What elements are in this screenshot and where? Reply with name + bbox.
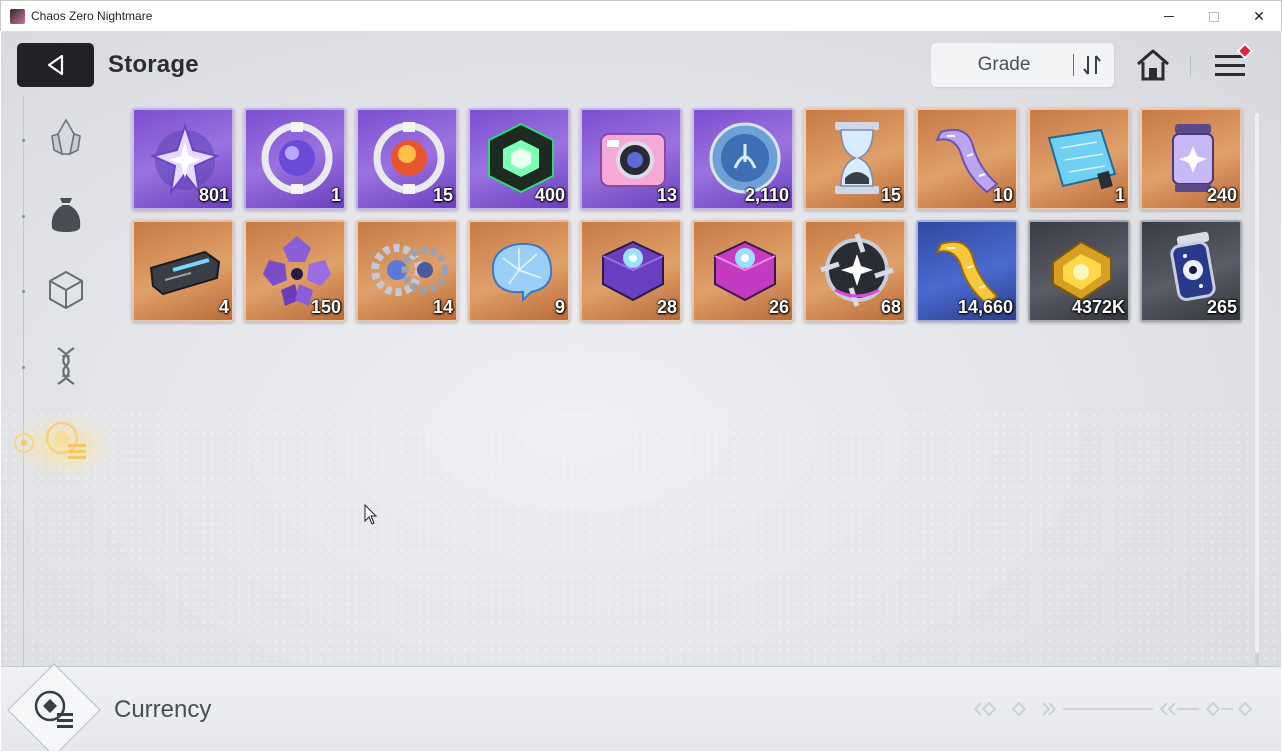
cube-icon (49, 270, 83, 310)
footer-category-label: Currency (114, 696, 212, 723)
item-quantity: 26 (768, 297, 789, 317)
sort-label: Grade (977, 54, 1031, 75)
minimize-button[interactable] (1146, 1, 1192, 32)
tech-card-icon (149, 250, 221, 296)
sidebar-tab-currency[interactable] (41, 417, 91, 467)
item-quantity: 240 (1206, 185, 1237, 205)
item-slot[interactable]: 265 (1140, 220, 1242, 322)
item-quantity: 15 (432, 185, 453, 205)
blueprint-icon (1047, 128, 1117, 190)
item-quantity: 10 (992, 185, 1013, 205)
item-quantity: 14 (432, 297, 453, 317)
item-quantity: 4372K (1071, 297, 1125, 317)
header-divider (1190, 56, 1191, 76)
sidebar-marker (22, 366, 25, 369)
item-slot[interactable]: 150 (244, 220, 346, 322)
sidebar-marker (22, 139, 25, 142)
item-slot[interactable]: 400 (468, 108, 570, 210)
item-slot[interactable]: 2,110 (692, 108, 794, 210)
sort-divider (1073, 54, 1074, 76)
holo-brain-icon (491, 242, 553, 303)
item-quantity: 1 (1114, 185, 1125, 205)
window-title: Chaos Zero Nightmare (31, 9, 153, 23)
home-button[interactable] (1134, 46, 1172, 84)
item-quantity: 2,110 (744, 185, 789, 205)
mouse-cursor (364, 504, 378, 525)
sort-grade-button[interactable]: Grade (931, 43, 1114, 87)
maximize-icon (1209, 11, 1219, 22)
maximize-button[interactable] (1191, 1, 1237, 32)
item-slot[interactable]: 14,660 (916, 220, 1018, 322)
item-slot[interactable]: 4 (132, 220, 234, 322)
item-slot[interactable]: 15 (804, 108, 906, 210)
sidebar-marker (22, 215, 25, 218)
page-title: Storage (108, 51, 199, 78)
item-quantity: 1 (330, 185, 341, 205)
crystal-shards-icon (51, 118, 81, 156)
active-tab-indicator (14, 433, 34, 453)
dna-helix-icon (57, 347, 75, 385)
app-icon (10, 9, 25, 24)
item-slot[interactable]: 28 (580, 220, 682, 322)
scrollbar-thumb[interactable] (1255, 113, 1259, 653)
background-pattern (1, 411, 1281, 691)
item-quantity: 9 (554, 297, 565, 317)
item-slot[interactable]: 9 (468, 220, 570, 322)
item-quantity: 13 (656, 185, 677, 205)
sidebar-marker (22, 290, 25, 293)
sidebar-tab-crystals[interactable] (41, 113, 91, 163)
item-slot[interactable]: 10 (916, 108, 1018, 210)
back-arrow-icon (47, 54, 63, 76)
item-slot[interactable]: 68 (804, 220, 906, 322)
item-slot[interactable]: 4372K (1028, 220, 1130, 322)
game-viewport: Storage Grade 801 1 15 400 13 2,110 15 1… (1, 31, 1281, 751)
pouch-icon (51, 198, 81, 232)
sidebar-tab-boxes[interactable] (41, 265, 91, 315)
window-titlebar: Chaos Zero Nightmare ✕ (0, 0, 1282, 31)
item-slot[interactable]: 1 (1028, 108, 1130, 210)
sidebar-tab-genes[interactable] (41, 341, 91, 391)
item-slot[interactable]: 1 (244, 108, 346, 210)
item-quantity: 15 (880, 185, 901, 205)
back-button[interactable] (17, 43, 94, 87)
item-quantity: 4 (218, 297, 229, 317)
silver-orb-icon (261, 122, 333, 194)
item-quantity: 150 (310, 297, 341, 317)
footer-bar: Currency (1, 663, 1281, 751)
item-slot[interactable]: 13 (580, 108, 682, 210)
sidebar-tab-materials[interactable] (41, 189, 91, 239)
item-slot[interactable]: 15 (356, 108, 458, 210)
sidebar-rail (23, 96, 24, 666)
item-quantity: 265 (1206, 297, 1237, 317)
item-slot[interactable]: 14 (356, 220, 458, 322)
minimize-icon (1164, 16, 1174, 17)
item-slot[interactable]: 26 (692, 220, 794, 322)
item-quantity: 400 (534, 185, 565, 205)
item-quantity: 801 (198, 185, 229, 205)
close-button[interactable]: ✕ (1236, 1, 1282, 32)
sort-order-icon (1083, 55, 1101, 75)
item-quantity: 68 (880, 297, 901, 317)
item-slot[interactable]: 801 (132, 108, 234, 210)
item-grid: 801 1 15 400 13 2,110 15 10 1 240 4 150 … (132, 108, 1242, 322)
item-slot[interactable]: 240 (1140, 108, 1242, 210)
currency-icon (45, 421, 86, 459)
item-quantity: 14,660 (957, 297, 1013, 317)
footer-ornament (974, 701, 1253, 717)
currency-emblem-icon (34, 690, 73, 728)
item-quantity: 28 (656, 297, 677, 317)
